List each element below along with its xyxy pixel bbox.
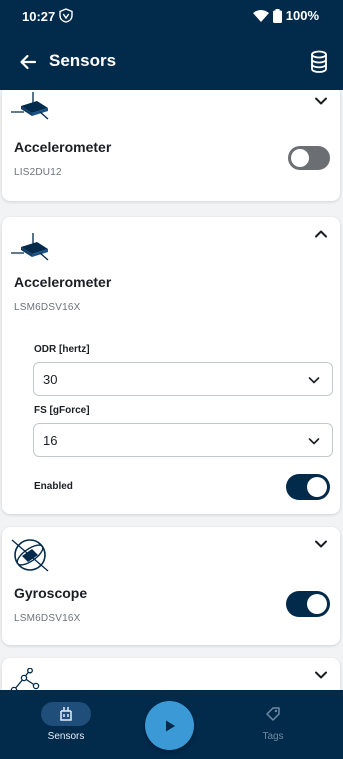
sensor-card-accelerometer-lis2du12[interactable]: Accelerometer LIS2DU12 [2,90,340,201]
play-icon [165,720,175,731]
wifi-icon [252,10,269,22]
tag-icon [266,707,280,721]
chevron-down-icon [308,438,320,445]
battery-icon [272,8,282,23]
sensor-enable-toggle[interactable] [286,474,330,500]
accelerometer-icon [11,92,49,120]
sensor-enable-toggle[interactable] [288,146,330,170]
chevron-down-icon[interactable] [312,535,330,553]
status-time: 10:27 [22,9,56,24]
chevron-down-icon[interactable] [312,92,330,110]
nav-sensors[interactable]: Sensors [31,702,101,742]
nav-tags-pill [248,702,298,726]
gyroscope-icon [11,539,49,572]
back-arrow-icon[interactable] [14,48,42,76]
sensor-name: Gyroscope [14,585,88,601]
status-indicators: 100% [252,8,319,23]
start-logging-button[interactable] [145,701,194,750]
nav-tags-label: Tags [262,731,284,742]
sensor-part-number: LSM6DSV16X [14,302,81,313]
page-title: Sensors [49,51,117,70]
sensor-list[interactable]: Accelerometer LIS2DU12 Accelerometer LSM… [0,90,343,690]
sensor-card-accelerometer-lsm6dsv16x[interactable]: Accelerometer LSM6DSV16X ODR [hertz] 30 … [2,217,340,514]
status-bar: 10:27 100% [0,0,343,34]
chevron-down-icon[interactable] [312,666,330,684]
fs-value: 16 [43,433,58,448]
sensor-name: Accelerometer [14,139,112,155]
sensor-enable-toggle[interactable] [286,591,330,617]
fs-select[interactable]: 16 [33,423,333,457]
odr-select[interactable]: 30 [33,362,333,396]
vpn-shield-icon [59,8,73,23]
sensor-card-partial[interactable] [2,658,340,690]
sensors-icon [60,707,72,721]
sensor-card-gyroscope[interactable]: Gyroscope LSM6DSV16X [2,527,340,645]
odr-value: 30 [43,372,58,387]
nav-sensors-pill [41,702,91,726]
sensor-part-number: LIS2DU12 [14,167,62,178]
fs-label: FS [gForce] [34,405,90,416]
app-bar: Sensors [0,34,343,90]
database-icon[interactable] [307,49,331,75]
accelerometer-icon [11,233,49,261]
sensor-name: Accelerometer [14,274,112,290]
nav-sensors-label: Sensors [47,731,85,742]
battery-percent: 100% [285,8,319,23]
odr-label: ODR [hertz] [34,344,90,355]
nav-tags[interactable]: Tags [238,702,308,742]
chevron-down-icon [308,377,320,384]
enabled-label: Enabled [34,481,73,492]
chevron-up-icon[interactable] [312,225,330,243]
sensor-part-number: LSM6DSV16X [14,613,81,624]
graph-nodes-icon [10,668,40,690]
